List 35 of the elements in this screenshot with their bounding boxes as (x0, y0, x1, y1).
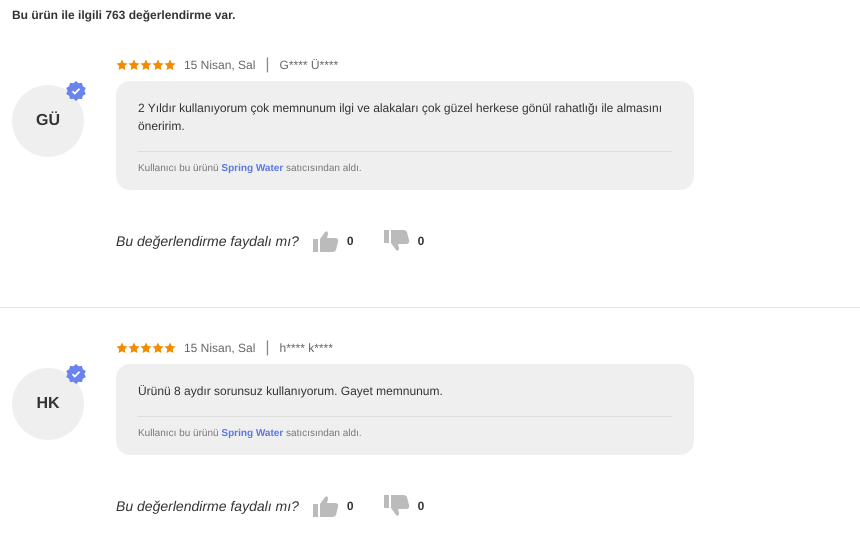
star-icon (128, 342, 140, 354)
seller-note: Kullanıcı bu ürünü Spring Water satıcısından aldı. (138, 162, 363, 174)
star-icon (164, 59, 176, 71)
separator: | (265, 56, 270, 74)
review-date: 15 Nisan, Sal (184, 341, 256, 355)
separator: | (265, 339, 270, 357)
star-icon (152, 59, 164, 71)
helpful-question: Bu değerlendirme faydalı mı? (116, 498, 299, 514)
thumbs-down-icon (384, 230, 410, 252)
reviewer-name: G**** Ü**** (280, 58, 338, 72)
star-icon (140, 59, 152, 71)
star-icon (140, 342, 152, 354)
review-text: Ürünü 8 aydır sorunsuz kullanıyorum. Gayet memnunum. (138, 382, 672, 417)
like-button[interactable]: 0 (312, 495, 354, 517)
user-avatar: HK (12, 368, 84, 440)
reviews-count-heading: Bu ürün ile ilgili 763 değerlendirme var. (11, 7, 236, 24)
star-icon (116, 59, 128, 71)
review-date: 15 Nisan, Sal (184, 58, 256, 72)
reviewer-name: h**** k**** (280, 341, 333, 355)
thumbs-up-icon (312, 230, 339, 252)
seller-link[interactable]: Spring Water (221, 163, 284, 174)
thumbs-up-icon (312, 495, 339, 517)
star-icon (152, 342, 164, 354)
review-text: 2 Yıldır kullanıyorum çok memnunum ilgi ve alakaları çok güzel herkese gönül rahatlığı ile almasını öneririm. (138, 99, 672, 152)
seller-note: Kullanıcı bu ürünü Spring Water satıcısından aldı. (138, 427, 363, 439)
like-button[interactable]: 0 (312, 230, 354, 252)
seller-link[interactable]: Spring Water (221, 428, 284, 439)
user-avatar: GÜ (12, 85, 84, 157)
thumbs-down-icon (384, 495, 410, 517)
star-icon (164, 342, 176, 354)
helpful-question: Bu değerlendirme faydalı mı? (116, 233, 299, 249)
star-icon (128, 59, 140, 71)
dislike-button[interactable]: 0 (384, 230, 424, 252)
dislike-button[interactable]: 0 (384, 495, 424, 517)
star-icon (116, 342, 128, 354)
